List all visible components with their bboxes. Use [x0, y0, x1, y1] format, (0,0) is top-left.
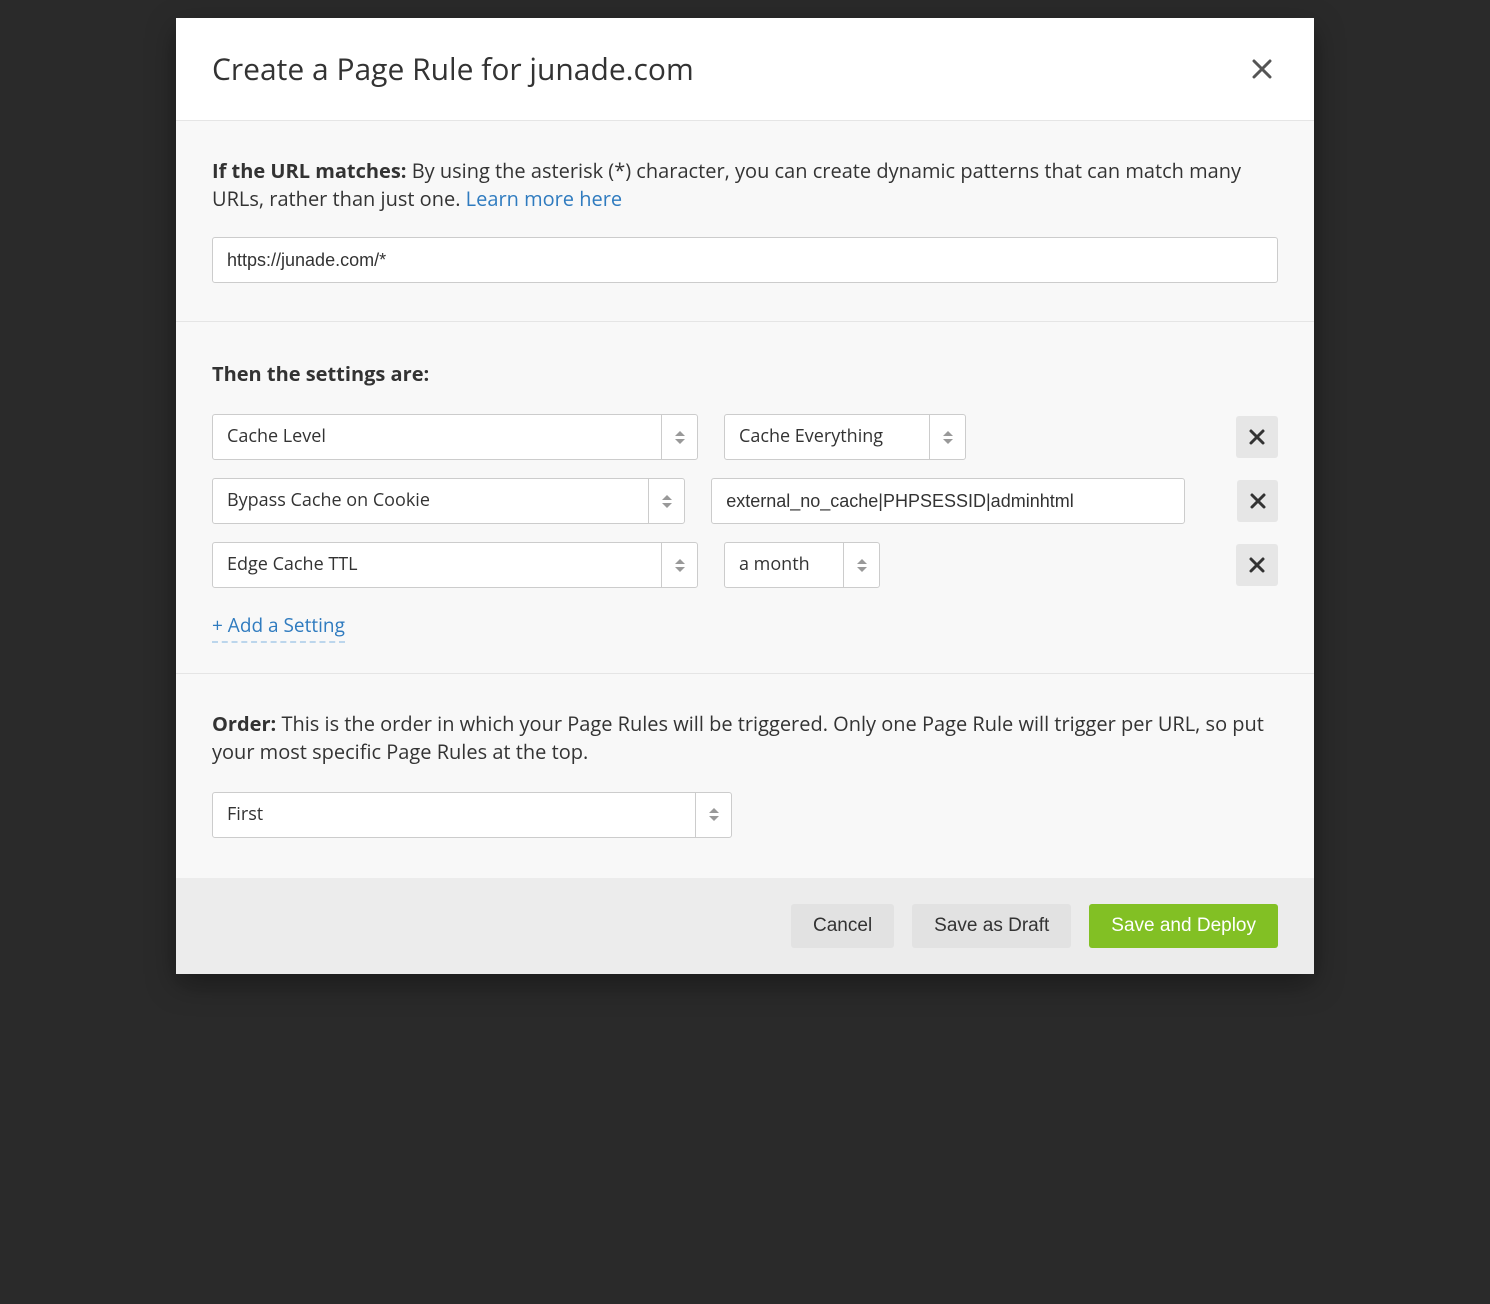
modal-title: Create a Page Rule for junade.com: [212, 48, 694, 90]
setting-row: Cache Level Cache Everything: [212, 414, 1278, 460]
remove-setting-button[interactable]: [1236, 544, 1278, 586]
setting-value-select[interactable]: a month: [724, 542, 880, 588]
save-draft-button[interactable]: Save as Draft: [912, 904, 1071, 948]
remove-setting-button[interactable]: [1237, 480, 1278, 522]
order-help-text: This is the order in which your Page Rul…: [212, 710, 1264, 765]
stepper-icon: [929, 415, 965, 459]
stepper-icon: [661, 543, 697, 587]
learn-more-link[interactable]: Learn more here: [466, 185, 622, 212]
url-match-label: If the URL matches:: [212, 157, 407, 184]
modal-backdrop: Create a Page Rule for junade.com If the…: [0, 0, 1490, 1304]
modal-header: Create a Page Rule for junade.com: [176, 18, 1314, 121]
setting-select[interactable]: Cache Level: [212, 414, 698, 460]
stepper-icon: [843, 543, 879, 587]
remove-setting-button[interactable]: [1236, 416, 1278, 458]
setting-select-value: Edge Cache TTL: [213, 543, 661, 587]
stepper-icon: [695, 793, 731, 837]
modal-footer: Cancel Save as Draft Save and Deploy: [176, 878, 1314, 974]
close-icon[interactable]: [1246, 53, 1278, 85]
order-select-value: First: [213, 793, 695, 837]
url-match-help: If the URL matches: By using the asteris…: [212, 157, 1278, 213]
setting-row: Bypass Cache on Cookie: [212, 478, 1278, 524]
settings-section: Then the settings are: Cache Level Cache…: [176, 322, 1314, 674]
setting-select[interactable]: Bypass Cache on Cookie: [212, 478, 685, 524]
save-deploy-button[interactable]: Save and Deploy: [1089, 904, 1278, 948]
page-rule-modal: Create a Page Rule for junade.com If the…: [176, 18, 1314, 974]
settings-heading: Then the settings are:: [212, 360, 1278, 388]
setting-value-text: a month: [725, 543, 843, 587]
order-select[interactable]: First: [212, 792, 732, 838]
cancel-button[interactable]: Cancel: [791, 904, 894, 948]
setting-row: Edge Cache TTL a month: [212, 542, 1278, 588]
url-input[interactable]: [212, 237, 1278, 283]
order-help: Order: This is the order in which your P…: [212, 710, 1278, 766]
add-setting-link[interactable]: + Add a Setting: [212, 612, 345, 643]
order-section: Order: This is the order in which your P…: [176, 674, 1314, 878]
setting-value-select[interactable]: Cache Everything: [724, 414, 966, 460]
setting-value-input[interactable]: [711, 478, 1185, 524]
stepper-icon: [648, 479, 684, 523]
setting-select[interactable]: Edge Cache TTL: [212, 542, 698, 588]
setting-value-text: Cache Everything: [725, 415, 929, 459]
stepper-icon: [661, 415, 697, 459]
url-match-section: If the URL matches: By using the asteris…: [176, 121, 1314, 322]
setting-select-value: Bypass Cache on Cookie: [213, 479, 648, 523]
order-label: Order:: [212, 710, 276, 737]
setting-select-value: Cache Level: [213, 415, 661, 459]
